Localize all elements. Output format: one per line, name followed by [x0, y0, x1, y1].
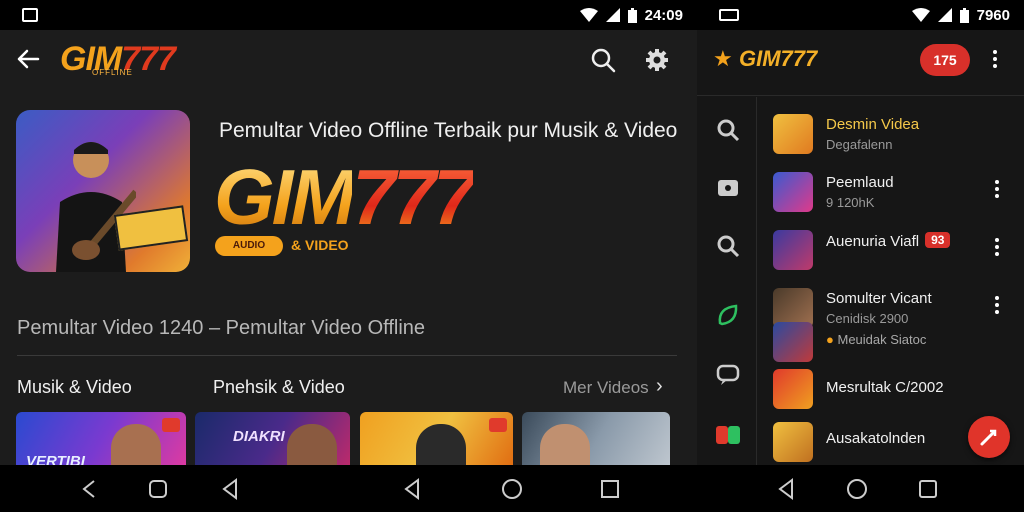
search-button[interactable] — [588, 45, 618, 75]
back-nav-icon[interactable] — [218, 477, 242, 501]
signal-icon — [937, 8, 952, 22]
thumbnail-face — [416, 424, 466, 465]
navigation-rail — [697, 97, 757, 465]
left-app-screen: GIM777 OFFLINE Pemultar Video Offline Te… — [0, 30, 697, 465]
system-nav-bar — [0, 465, 1024, 512]
wifi-icon — [911, 8, 930, 22]
item-thumbnail — [773, 322, 813, 362]
hero-badge-subtext: & VIDEO — [291, 237, 349, 253]
app-logo: GIM777 — [739, 46, 818, 71]
arrow-left-icon — [17, 49, 40, 69]
hero-tagline: Pemultar Video Offline Terbaik pur Musik… — [219, 119, 678, 142]
back-nav-icon[interactable] — [78, 477, 102, 501]
chat-icon[interactable] — [715, 362, 741, 388]
section-title-musik[interactable]: Musik & Video — [17, 377, 132, 398]
chevron-right-icon[interactable]: › — [656, 375, 663, 398]
item-thumbnail — [773, 230, 813, 270]
battery-icon — [959, 7, 969, 23]
performer-image — [56, 142, 136, 272]
more-videos-link[interactable]: Mer Videos — [563, 378, 649, 398]
video-thumbnail[interactable] — [522, 412, 670, 465]
settings-button[interactable] — [642, 45, 672, 75]
notification-icon — [22, 8, 38, 22]
thumbnail-face — [287, 424, 337, 465]
list-item[interactable]: Mesrultak C/2002 — [773, 365, 1013, 413]
logo-subtext: OFFLINE — [92, 68, 133, 77]
more-options-icon[interactable] — [995, 180, 999, 198]
thumbnail-badge — [489, 418, 507, 432]
video-thumbnail[interactable]: VERTIBI — [16, 412, 186, 465]
hero-artwork — [16, 110, 190, 272]
wifi-icon — [579, 8, 598, 22]
hero-logo: GIM777 — [214, 153, 476, 241]
status-bar-left: 24:09 — [0, 0, 697, 30]
list-item[interactable]: Desmin Videa Degafalenn — [773, 110, 1013, 158]
search-icon[interactable] — [715, 233, 741, 259]
item-thumbnail — [773, 369, 813, 409]
status-time: 24:09 — [644, 6, 683, 24]
notification-pill[interactable]: 175 — [920, 44, 970, 76]
right-app-screen: ★ GIM777 175 Desmin Videa Degafalenn Pee… — [697, 30, 1024, 465]
more-options-icon[interactable] — [995, 238, 999, 256]
apps-icon[interactable] — [715, 422, 741, 448]
list-item[interactable]: Auenuria Viafl 93 — [773, 226, 1013, 274]
home-nav-icon[interactable] — [845, 477, 869, 501]
video-icon[interactable] — [715, 175, 741, 201]
item-thumbnail — [773, 114, 813, 154]
more-options-icon[interactable] — [991, 50, 999, 72]
list-item[interactable]: Somulter Vicant Cenidisk 2900 ● Meuidak … — [773, 284, 1013, 362]
music-leaf-icon[interactable] — [715, 302, 741, 328]
more-options-icon[interactable] — [995, 296, 999, 314]
edit-icon — [980, 429, 997, 446]
search-icon — [591, 48, 616, 73]
status-time: 7960 — [976, 6, 1010, 24]
hero-badge: AUDIO — [215, 236, 283, 256]
divider — [17, 355, 677, 356]
back-nav-icon[interactable] — [400, 477, 424, 501]
home-nav-icon[interactable] — [500, 477, 524, 501]
floating-action-button[interactable] — [968, 416, 1010, 458]
home-nav-icon[interactable] — [146, 477, 170, 501]
video-thumbnail[interactable] — [360, 412, 513, 465]
thumbnail-face — [540, 424, 590, 465]
signal-icon — [605, 8, 620, 22]
recents-nav-icon[interactable] — [598, 477, 622, 501]
section-title-pnehsik[interactable]: Pnehsik & Video — [213, 377, 345, 398]
thumbnail-face — [111, 424, 161, 465]
count-badge: 93 — [925, 232, 951, 248]
top-app-bar: ★ GIM777 175 — [697, 30, 1024, 96]
search-icon[interactable] — [715, 117, 741, 143]
star-icon: ★ — [713, 46, 733, 71]
item-thumbnail — [773, 422, 813, 462]
status-bar-right: 7960 — [697, 0, 1024, 30]
video-thumbnail[interactable]: DIAKRI — [195, 412, 350, 465]
list-item[interactable]: Peemlaud 9 120hK — [773, 168, 1013, 216]
item-thumbnail — [773, 172, 813, 212]
top-app-bar: GIM777 OFFLINE — [0, 30, 697, 90]
battery-icon — [627, 7, 637, 23]
gear-icon — [646, 49, 668, 71]
back-button[interactable] — [14, 46, 42, 74]
back-nav-icon[interactable] — [774, 477, 798, 501]
thumbnail-badge — [162, 418, 180, 432]
app-subtitle: Pemultar Video 1240 – Pemultar Video Off… — [17, 317, 426, 339]
notification-icon — [719, 9, 739, 21]
recents-nav-icon[interactable] — [916, 477, 940, 501]
